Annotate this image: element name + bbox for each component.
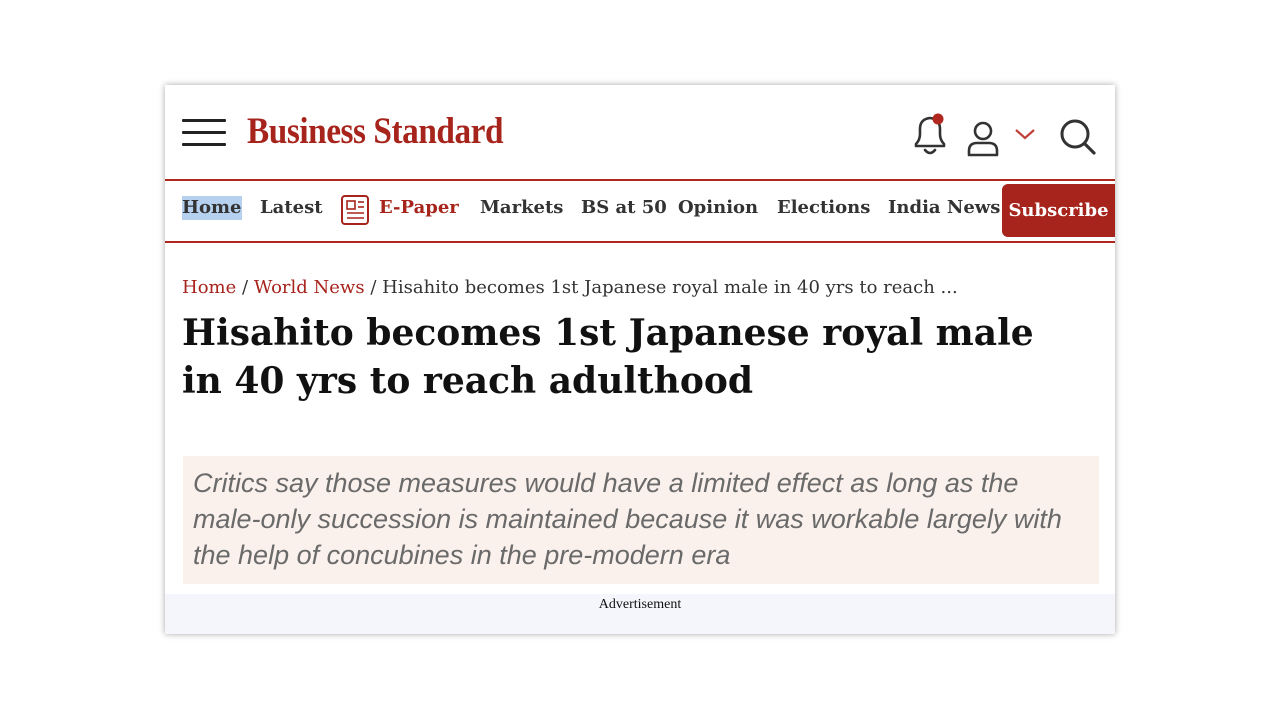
breadcrumb-separator: / — [370, 277, 377, 298]
breadcrumb-separator: / — [242, 277, 249, 298]
newspaper-icon[interactable] — [339, 194, 373, 230]
article-page: Business Standard Home Latest E-Paper Ma… — [165, 85, 1115, 634]
nav-item-india-news[interactable]: India News — [888, 196, 1000, 220]
subscribe-button[interactable]: Subscribe — [1002, 184, 1115, 237]
article-summary: Critics say those measures would have a … — [193, 468, 1062, 570]
article-summary-box: Critics say those measures would have a … — [183, 456, 1099, 584]
nav-item-home[interactable]: Home — [182, 196, 242, 220]
breadcrumb-section-link[interactable]: World News — [254, 277, 365, 298]
breadcrumb-current: Hisahito becomes 1st Japanese royal male… — [382, 277, 958, 298]
site-header: Business Standard — [165, 85, 1115, 181]
notification-bell-icon[interactable] — [910, 112, 950, 158]
article-headline: Hisahito becomes 1st Japanese royal male… — [182, 312, 1034, 402]
site-logo[interactable]: Business Standard — [247, 110, 504, 153]
nav-item-elections[interactable]: Elections — [777, 196, 870, 220]
nav-item-epaper[interactable]: E-Paper — [379, 196, 459, 220]
breadcrumb-home-link[interactable]: Home — [182, 277, 236, 298]
nav-item-opinion[interactable]: Opinion — [678, 196, 758, 220]
advertisement-label: Advertisement — [598, 597, 682, 612]
main-navigation: Home Latest E-Paper Markets BS at 50 Opi… — [165, 181, 1115, 243]
breadcrumb: Home / World News / Hisahito becomes 1st… — [182, 277, 958, 298]
search-icon[interactable] — [1057, 117, 1099, 159]
nav-item-latest[interactable]: Latest — [260, 196, 323, 220]
advertisement-strip: Advertisement — [165, 594, 1115, 634]
hamburger-menu-icon[interactable] — [182, 116, 226, 148]
chevron-down-icon[interactable] — [1014, 126, 1036, 142]
user-account-icon[interactable] — [965, 119, 1001, 159]
nav-item-markets[interactable]: Markets — [480, 196, 563, 220]
nav-item-bs-at-50[interactable]: BS at 50 — [581, 196, 667, 220]
